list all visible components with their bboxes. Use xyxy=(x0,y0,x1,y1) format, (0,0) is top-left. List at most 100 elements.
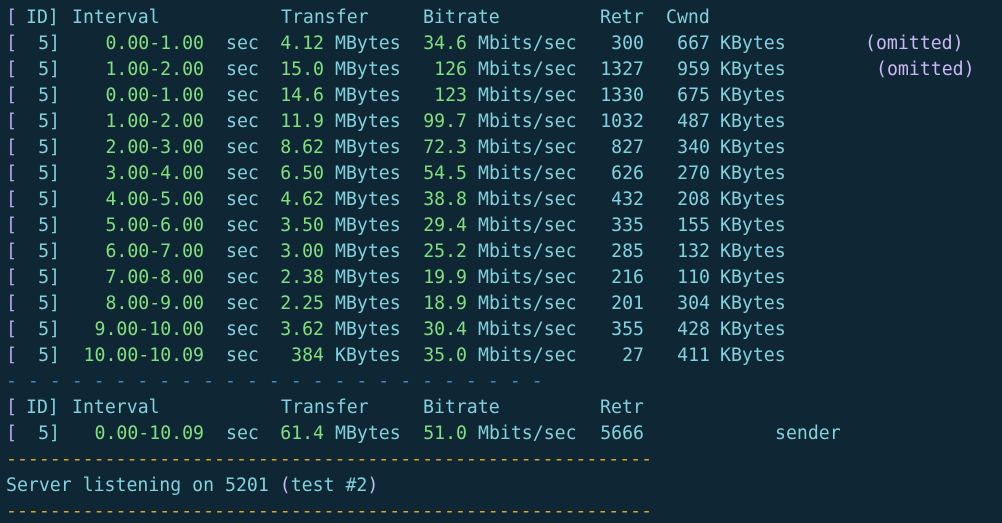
row-retr: 827 xyxy=(611,137,644,158)
header-interval: Interval xyxy=(72,7,160,28)
row-transfer: 8.62 xyxy=(280,137,324,158)
table-row: [5] 5.00-6.00 sec 3.50 MBytes 29.4 Mbits/sec 33… xyxy=(0,213,1002,239)
bracket-open: [ xyxy=(6,189,17,210)
row-cwnd-unit: KBytes xyxy=(720,345,786,366)
table-row: [5] 1.00-2.00 sec 11.9 MBytes 99.7 Mbits/sec 10… xyxy=(0,109,1002,135)
bracket-open: [ xyxy=(6,241,17,262)
header-retr: Retr xyxy=(600,7,644,28)
header-interval: Interval xyxy=(72,397,160,418)
bracket-open: [ xyxy=(6,267,17,288)
row-bitrate: 38.8 xyxy=(423,189,467,210)
row-interval: 10.00-10.09 xyxy=(83,345,204,366)
row-id: 5] xyxy=(38,215,60,236)
row-id: 5] xyxy=(38,293,60,314)
table-row: [5] 7.00-8.00 sec 2.38 MBytes 19.9 Mbits/sec 21… xyxy=(0,265,1002,291)
header-id: ID] xyxy=(26,397,59,418)
row-bitrate: 18.9 xyxy=(423,293,467,314)
row-interval: 5.00-6.00 xyxy=(105,215,204,236)
row-unit: sec xyxy=(226,345,259,366)
row-cwnd: 110 xyxy=(677,267,710,288)
row-transfer-unit: MBytes xyxy=(335,137,401,158)
row-transfer: 6.50 xyxy=(280,163,324,184)
table-header: [ ID] Interval Transfer Bitrate Retr Cwn… xyxy=(0,5,1002,31)
server-status-text: Server listening on 5201 (test #2) xyxy=(6,475,379,496)
row-transfer: 4.62 xyxy=(280,189,324,210)
bracket-open: [ xyxy=(6,137,17,158)
row-cwnd: 959 xyxy=(677,59,710,80)
row-interval: 0.00-1.00 xyxy=(105,85,204,106)
row-cwnd-unit: KBytes xyxy=(720,137,786,158)
row-cwnd-unit: KBytes xyxy=(720,189,786,210)
row-retr: 300 xyxy=(611,33,644,54)
row-bitrate-unit: Mbits/sec xyxy=(478,345,577,366)
row-transfer: 2.25 xyxy=(280,293,324,314)
row-interval: 4.00-5.00 xyxy=(105,189,204,210)
separator-dashed: - - - - - - - - - - - - - - - - - - - - … xyxy=(6,371,543,392)
bracket-open: [ xyxy=(6,163,17,184)
row-unit: sec xyxy=(226,215,259,236)
row-retr: 355 xyxy=(611,319,644,340)
row-id: 5] xyxy=(38,33,60,54)
row-bitrate: 51.0 xyxy=(423,423,467,444)
row-transfer: 11.9 xyxy=(280,111,324,132)
row-cwnd: 208 xyxy=(677,189,710,210)
row-cwnd-unit: KBytes xyxy=(720,215,786,236)
row-retr: 432 xyxy=(611,189,644,210)
row-unit: sec xyxy=(226,267,259,288)
row-id: 5] xyxy=(38,189,60,210)
header-cwnd: Cwnd xyxy=(666,7,710,28)
row-transfer: 4.12 xyxy=(280,33,324,54)
row-bitrate-unit: Mbits/sec xyxy=(478,267,577,288)
row-bitrate-unit: Mbits/sec xyxy=(478,293,577,314)
row-bitrate-unit: Mbits/sec xyxy=(478,85,577,106)
bracket-open: [ xyxy=(6,293,17,314)
row-cwnd: 411 xyxy=(677,345,710,366)
row-interval: 1.00-2.00 xyxy=(105,59,204,80)
row-interval: 8.00-9.00 xyxy=(105,293,204,314)
row-interval: 7.00-8.00 xyxy=(105,267,204,288)
row-transfer: 15.0 xyxy=(280,59,324,80)
row-unit: sec xyxy=(226,33,259,54)
row-bitrate-unit: Mbits/sec xyxy=(478,215,577,236)
row-interval: 0.00-10.09 xyxy=(94,423,205,444)
bracket-open: [ xyxy=(6,85,17,106)
row-interval: 9.00-10.00 xyxy=(94,319,205,340)
row-transfer: 14.6 xyxy=(280,85,324,106)
row-cwnd: 428 xyxy=(677,319,710,340)
table-row: [5] 1.00-2.00 sec 15.0 MBytes 126 Mbits/sec 132… xyxy=(0,57,1002,83)
row-transfer-unit: KBytes xyxy=(335,345,401,366)
header-transfer: Transfer xyxy=(281,7,369,28)
row-bitrate-unit: Mbits/sec xyxy=(478,189,577,210)
server-status-line: Server listening on 5201 (test #2) xyxy=(0,473,1002,499)
bracket-open: [ xyxy=(6,345,17,366)
table-row: [5] 10.00-10.09 sec 384 KBytes 35.0 Mbits/sec 2… xyxy=(0,343,1002,369)
row-transfer: 61.4 xyxy=(280,423,324,444)
row-interval: 0.00-1.00 xyxy=(105,33,204,54)
row-retr: 5666 xyxy=(600,423,644,444)
row-interval: 1.00-2.00 xyxy=(105,111,204,132)
row-cwnd-unit: KBytes xyxy=(720,267,786,288)
bracket-open: [ xyxy=(6,33,17,54)
row-bitrate: 72.3 xyxy=(423,137,467,158)
row-transfer-unit: MBytes xyxy=(335,189,401,210)
row-bitrate-unit: Mbits/sec xyxy=(478,423,577,444)
row-retr: 27 xyxy=(622,345,644,366)
row-unit: sec xyxy=(226,423,259,444)
header-bitrate: Bitrate xyxy=(423,7,500,28)
bracket-open: [ xyxy=(6,111,17,132)
row-cwnd-unit: KBytes xyxy=(720,319,786,340)
row-id: 5] xyxy=(38,59,60,80)
row-cwnd: 132 xyxy=(677,241,710,262)
summary-header: [ ID] Interval Transfer Bitrate Retr xyxy=(0,395,1002,421)
header-bitrate: Bitrate xyxy=(423,397,500,418)
row-cwnd: 487 xyxy=(677,111,710,132)
row-cwnd: 675 xyxy=(677,85,710,106)
bracket-open: [ xyxy=(6,423,17,444)
row-cwnd: 155 xyxy=(677,215,710,236)
row-transfer: 3.62 xyxy=(280,319,324,340)
row-retr: 1327 xyxy=(600,59,644,80)
terminal-window[interactable]: [ ID] Interval Transfer Bitrate Retr Cwn… xyxy=(0,0,1002,523)
row-cwnd-unit: KBytes xyxy=(720,163,786,184)
row-interval: 2.00-3.00 xyxy=(105,137,204,158)
header-retr: Retr xyxy=(600,397,644,418)
